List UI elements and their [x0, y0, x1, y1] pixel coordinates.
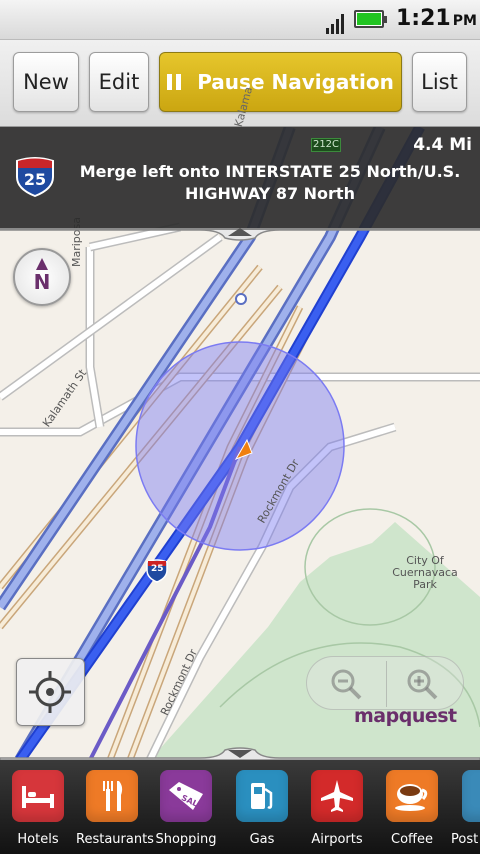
sale-tag-icon: SALE: [160, 770, 212, 822]
compass-letter: N: [33, 270, 51, 294]
zoom-control: [306, 656, 464, 710]
bed-icon: [12, 770, 64, 822]
edit-button[interactable]: Edit: [89, 52, 149, 112]
post-icon: [462, 770, 480, 822]
category-label: Gas: [249, 832, 275, 847]
status-bar: 1:21 PM: [0, 0, 480, 40]
exit-sign: 212C: [311, 138, 341, 152]
locate-me-button[interactable]: [16, 658, 85, 726]
compass-button[interactable]: N: [13, 248, 71, 306]
interstate-marker-label: 25: [151, 564, 164, 574]
list-button-label: List: [421, 70, 458, 94]
category-label: Restaurants: [76, 832, 154, 847]
new-button[interactable]: New: [13, 52, 79, 112]
crosshair-icon: [29, 671, 71, 713]
pause-icon: [167, 74, 182, 90]
battery-icon: [354, 10, 387, 28]
category-label: Hotels: [17, 832, 59, 847]
distance-label: 4.4 Mi: [413, 135, 472, 155]
category-coffee[interactable]: Coffee: [376, 770, 448, 847]
list-button[interactable]: List: [412, 52, 467, 112]
category-airports[interactable]: Airports: [301, 770, 373, 847]
signal-icon: [326, 12, 346, 34]
zoom-out-icon[interactable]: [329, 667, 365, 703]
fork-knife-icon: [86, 770, 138, 822]
category-gas[interactable]: Gas: [226, 770, 298, 847]
pause-navigation-label: Pause Navigation: [197, 70, 394, 94]
category-label: Coffee: [391, 832, 433, 847]
clock-ampm: PM: [452, 13, 477, 29]
clock: 1:21 PM: [396, 6, 477, 31]
category-restaurants[interactable]: Restaurants: [76, 770, 154, 847]
category-label: Post: [451, 832, 479, 847]
category-post[interactable]: Post: [444, 770, 480, 847]
park-label: City Of Cuernavaca Park: [392, 554, 458, 591]
pause-navigation-button[interactable]: Pause Navigation: [159, 52, 402, 112]
banner-collapse-handle[interactable]: [0, 228, 480, 248]
clock-time: 1:21: [396, 6, 451, 31]
zoom-in-icon[interactable]: [405, 667, 441, 703]
category-bar: Hotels Restaurants SALE Shopping Gas Air…: [0, 760, 480, 854]
new-button-label: New: [23, 70, 69, 94]
mapquest-logo: mapquest: [354, 705, 457, 727]
category-label: Shopping: [155, 832, 217, 847]
shield-number: 25: [23, 170, 47, 189]
instruction-text: Merge left onto INTERSTATE 25 North/U.S.…: [79, 162, 461, 203]
category-bar-handle[interactable]: [0, 738, 480, 760]
category-label: Airports: [311, 832, 363, 847]
accuracy-circle: [135, 341, 345, 551]
gas-pump-icon: [236, 770, 288, 822]
airplane-icon: [311, 770, 363, 822]
category-hotels[interactable]: Hotels: [2, 770, 74, 847]
edit-button-label: Edit: [98, 70, 140, 94]
coffee-cup-icon: [386, 770, 438, 822]
category-shopping[interactable]: SALE Shopping: [150, 770, 222, 847]
